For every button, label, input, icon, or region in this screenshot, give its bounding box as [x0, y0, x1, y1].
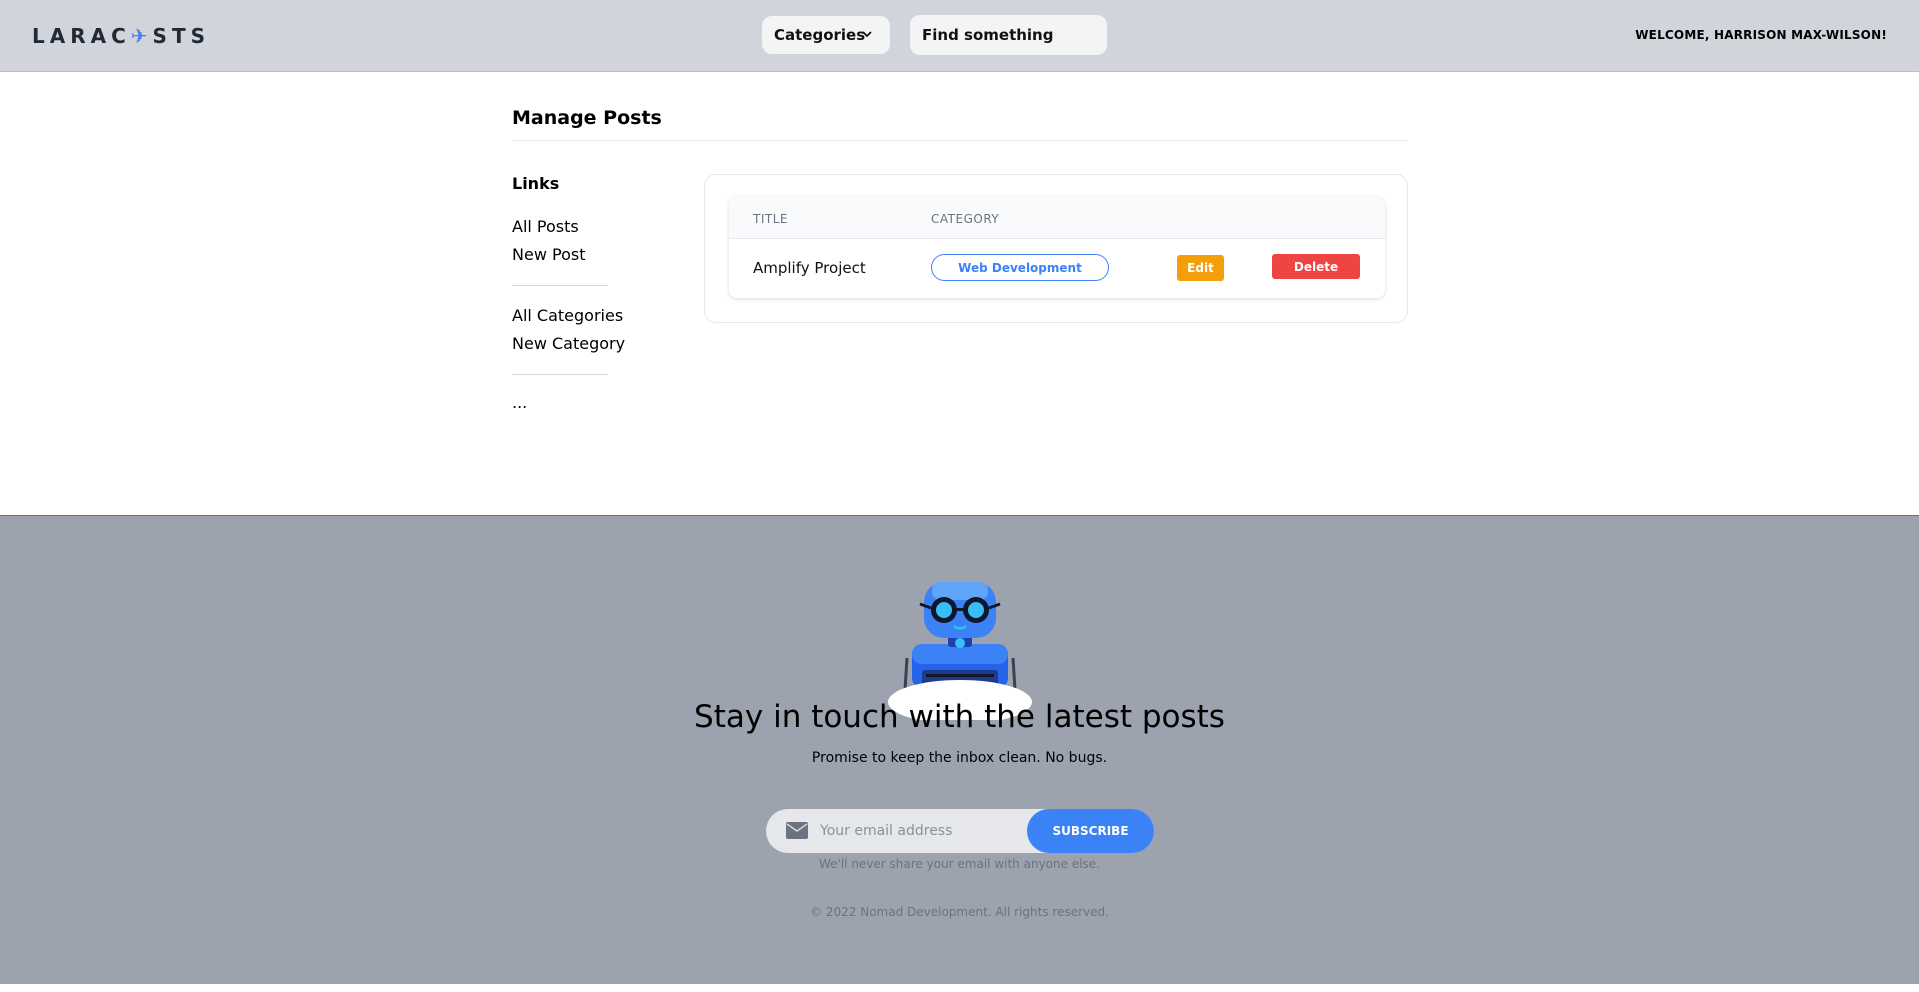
newsletter-heading: Stay in touch with the latest posts: [694, 699, 1225, 735]
logo-text: LARAC✈STS: [32, 24, 210, 48]
edit-button[interactable]: Edit: [1177, 255, 1224, 281]
sidebar-item-all-posts[interactable]: All Posts: [512, 217, 579, 236]
categories-label: Categories: [774, 26, 866, 44]
sidebar-item-new-category[interactable]: New Category: [512, 334, 625, 353]
column-header-title: Title: [753, 212, 788, 226]
posts-table: Title Category Amplify Project Web Devel…: [729, 197, 1385, 298]
page-title: Manage Posts: [512, 107, 662, 129]
newsletter-subheading: Promise to keep the inbox clean. No bugs…: [811, 750, 1108, 766]
table-row: Amplify Project Web Development Edit Del…: [729, 239, 1385, 298]
newsletter-form: Subscribe: [766, 809, 1154, 853]
posts-table-card: Title Category Amplify Project Web Devel…: [704, 174, 1408, 323]
sidebar-item-more[interactable]: ...: [512, 393, 527, 412]
categories-dropdown[interactable]: Categories: [762, 16, 890, 54]
logo-icon: ✈: [130, 24, 153, 48]
search-input[interactable]: [910, 15, 1107, 55]
email-input[interactable]: [820, 809, 1020, 853]
site-header: LARAC✈STS Categories Welcome, Harrison M…: [0, 0, 1919, 72]
sidebar-item-all-categories[interactable]: All Categories: [512, 306, 623, 325]
delete-button[interactable]: Delete: [1272, 254, 1360, 279]
subscribe-button[interactable]: Subscribe: [1027, 809, 1154, 853]
category-badge[interactable]: Web Development: [931, 254, 1109, 281]
chevron-down-icon: [862, 31, 872, 38]
sidebar-heading: Links: [512, 174, 560, 193]
mail-icon: [786, 822, 808, 839]
welcome-message: Welcome, Harrison Max-Wilson!: [1635, 28, 1887, 42]
post-title: Amplify Project: [753, 259, 866, 277]
divider: [512, 374, 608, 375]
table-header: Title Category: [729, 197, 1385, 239]
copyright: © 2022 Nomad Development. All rights res…: [810, 905, 1109, 919]
column-header-category: Category: [931, 212, 1000, 226]
sidebar-item-new-post[interactable]: New Post: [512, 245, 585, 264]
logo[interactable]: LARAC✈STS: [32, 22, 210, 50]
privacy-note: We'll never share your email with anyone…: [819, 857, 1100, 871]
divider: [512, 140, 1408, 141]
divider: [512, 285, 608, 286]
